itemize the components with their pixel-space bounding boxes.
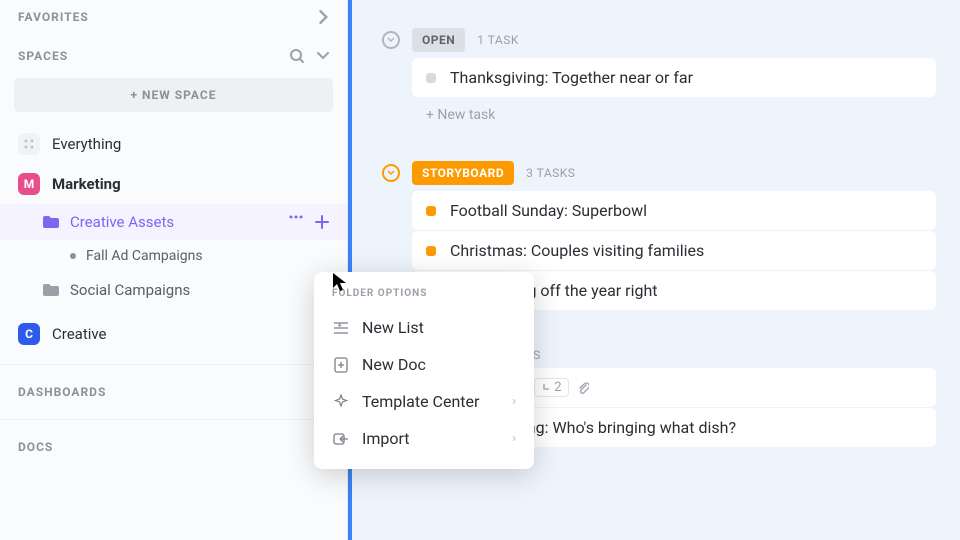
menu-label: Import (362, 429, 410, 448)
space-badge: C (18, 323, 40, 345)
folder-icon (42, 282, 60, 298)
task-status-icon[interactable] (426, 206, 436, 216)
collapse-toggle[interactable] (382, 164, 400, 182)
task-status-icon[interactable] (426, 246, 436, 256)
chevron-right-icon: › (512, 431, 516, 446)
menu-template-center[interactable]: Template Center › (314, 383, 534, 420)
group-header-partial: TASKS (502, 348, 936, 362)
task-title: Football Sunday: Superbowl (450, 201, 647, 220)
sidebar: FAVORITES SPACES + NEW SPACE Everything … (0, 0, 348, 540)
status-pill[interactable]: OPEN (412, 28, 465, 52)
chevron-right-icon (319, 10, 329, 24)
collapse-toggle[interactable] (382, 31, 400, 49)
space-badge: M (18, 173, 40, 195)
spaces-section[interactable]: SPACES (0, 34, 347, 74)
creative-label: Creative (52, 325, 107, 343)
marketing-label: Marketing (52, 175, 121, 193)
divider (0, 419, 347, 420)
favorites-label: FAVORITES (18, 10, 89, 24)
spaces-label: SPACES (18, 49, 68, 63)
chevron-right-icon: › (512, 394, 516, 409)
sidebar-item-social-campaigns[interactable]: Social Campaigns (0, 272, 347, 308)
sidebar-item-creative-assets[interactable]: Creative Assets (0, 204, 347, 240)
dashboards-section[interactable]: DASHBOARDS (0, 375, 347, 409)
group-header: STORYBOARD 3 TASKS (382, 161, 936, 185)
chevron-down-icon[interactable] (317, 52, 329, 60)
status-group-open: OPEN 1 TASK Thanksgiving: Together near … (358, 28, 960, 133)
more-icon[interactable] (289, 215, 303, 229)
status-pill[interactable]: STORYBOARD (412, 161, 514, 185)
docs-section[interactable]: DOCS (0, 430, 347, 464)
menu-import[interactable]: Import › (314, 420, 534, 457)
dashboards-label: DASHBOARDS (18, 385, 106, 399)
task-meta: 2 (534, 378, 588, 397)
search-icon[interactable] (289, 48, 305, 64)
new-space-button[interactable]: + NEW SPACE (14, 78, 333, 112)
everything-label: Everything (52, 135, 121, 153)
list-icon (332, 321, 350, 335)
cursor-icon (332, 272, 348, 292)
plus-icon[interactable] (315, 215, 329, 229)
sidebar-item-fall-ad[interactable]: Fall Ad Campaigns (0, 240, 347, 272)
menu-new-list[interactable]: New List (314, 309, 534, 346)
menu-label: New List (362, 318, 424, 337)
menu-label: Template Center (362, 392, 479, 411)
task-title: Thanksgiving: Together near or far (450, 68, 693, 87)
folder-options-menu: FOLDER OPTIONS New List New Doc Template… (314, 272, 534, 469)
new-task-button[interactable]: + New task (426, 97, 936, 133)
task-count: 1 TASK (477, 33, 519, 47)
spaces-controls (289, 48, 329, 64)
sidebar-item-marketing[interactable]: M Marketing (0, 164, 347, 204)
task-title: Christmas: Couples visiting families (450, 241, 704, 260)
sidebar-item-creative[interactable]: C Creative (0, 314, 347, 354)
docs-label: DOCS (18, 440, 53, 454)
sparkle-icon (332, 394, 350, 410)
menu-label: New Doc (362, 355, 426, 374)
subtask-count[interactable]: 2 (534, 378, 568, 397)
import-icon (332, 431, 350, 447)
bullet-icon (70, 253, 76, 259)
task-row[interactable]: Thanksgiving: Together near or far (412, 58, 936, 97)
doc-icon (332, 357, 350, 373)
group-header: OPEN 1 TASK (382, 28, 936, 52)
creative-assets-label: Creative Assets (70, 213, 174, 231)
menu-new-doc[interactable]: New Doc (314, 346, 534, 383)
attachment-icon[interactable] (577, 381, 589, 395)
social-campaigns-label: Social Campaigns (70, 281, 190, 299)
task-row[interactable]: Football Sunday: Superbowl (412, 191, 936, 230)
task-count: 3 TASKS (526, 166, 575, 180)
divider (0, 364, 347, 365)
grid-icon (18, 133, 40, 155)
sidebar-item-everything[interactable]: Everything (0, 124, 347, 164)
favorites-section[interactable]: FAVORITES (0, 0, 347, 34)
task-row[interactable]: Christmas: Couples visiting families (412, 230, 936, 270)
task-list: Thanksgiving: Together near or far (382, 58, 936, 97)
folder-icon (42, 214, 60, 230)
task-status-icon[interactable] (426, 73, 436, 83)
fall-ad-label: Fall Ad Campaigns (86, 248, 203, 264)
